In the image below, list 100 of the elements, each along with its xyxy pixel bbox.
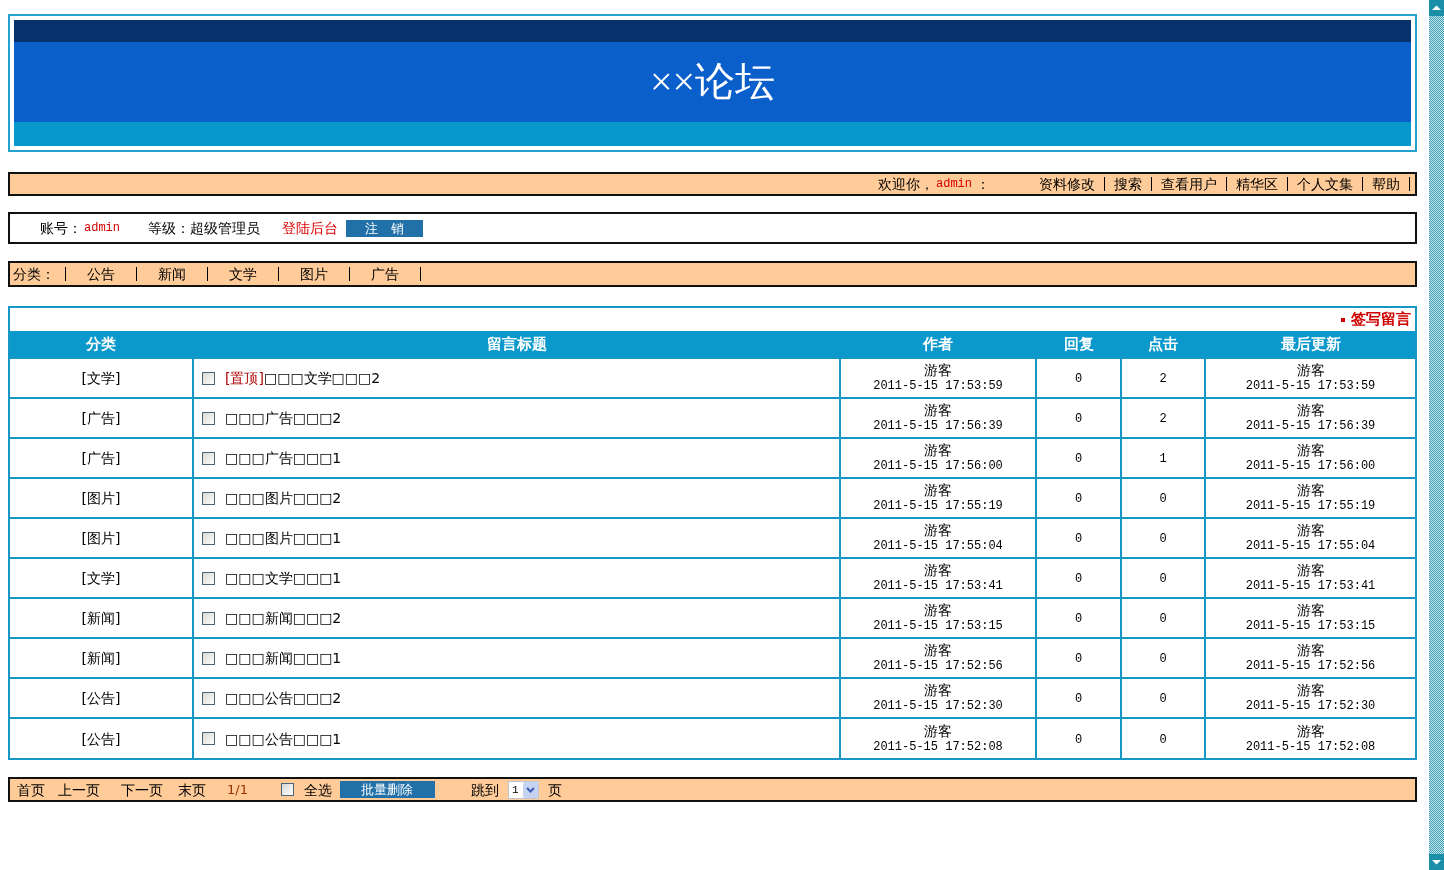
nav-link[interactable]: 资料修改 — [1039, 176, 1095, 192]
caret-icon — [522, 781, 538, 798]
table-cell: 2 — [1121, 358, 1205, 398]
post-time: 2011-5-15 17:56:00 — [873, 458, 1003, 474]
category-link[interactable]: 文学 — [229, 266, 257, 282]
last-reply-time: 2011-5-15 17:52:08 — [1245, 738, 1376, 755]
post-title-link[interactable]: □□□图片□□□1 — [225, 530, 342, 546]
table-cell: [图片] — [10, 518, 193, 558]
page-link[interactable]: 下一页 — [121, 781, 163, 798]
table-cell: 0 — [1121, 518, 1205, 558]
table-cell: [文学] — [10, 358, 193, 398]
pinned-tag: [置顶] — [225, 370, 264, 386]
level-value: 超级管理员 — [190, 220, 260, 236]
scroll-up-icon[interactable] — [1429, 0, 1444, 16]
table-cell: [新闻] — [10, 638, 193, 678]
page-link[interactable]: 末页 — [178, 781, 206, 798]
last-reply-user: 游客 — [1296, 562, 1325, 578]
post-title-link[interactable]: □□□公告□□□2 — [225, 690, 342, 706]
last-reply-time: 2011-5-15 17:56:39 — [1245, 418, 1376, 434]
author-name: 游客 — [924, 642, 952, 658]
page-link[interactable]: 首页 — [17, 781, 45, 798]
post-title-link[interactable]: □□□公告□□□1 — [225, 730, 342, 747]
site-title: ××论坛 — [649, 59, 776, 105]
post-time: 2011-5-15 17:52:30 — [873, 698, 1003, 714]
last-reply-time: 2011-5-15 17:53:15 — [1245, 618, 1376, 634]
last-reply-user: 游客 — [1296, 362, 1325, 378]
checkbox[interactable] — [202, 451, 215, 465]
column-header: 点击 — [1121, 331, 1205, 358]
bullet-icon — [1341, 317, 1345, 322]
admin-panel-link[interactable]: 登陆后台 — [282, 220, 338, 236]
post-time: 2011-5-15 17:53:59 — [873, 378, 1003, 394]
category-link[interactable]: 新闻 — [158, 266, 186, 282]
post-title-link[interactable]: □□□广告□□□1 — [225, 450, 342, 466]
post-time: 2011-5-15 17:55:04 — [873, 538, 1003, 554]
checkbox[interactable] — [202, 611, 215, 625]
author-name: 游客 — [924, 522, 952, 538]
select-all-label: 全选 — [303, 781, 332, 798]
table-cell: 0 — [1036, 678, 1121, 718]
checkbox[interactable] — [202, 531, 215, 545]
last-reply-time: 2011-5-15 17:53:59 — [1245, 378, 1376, 394]
post-title-link[interactable]: □□□广告□□□2 — [225, 410, 342, 426]
post-time: 2011-5-15 17:52:08 — [873, 738, 1003, 755]
category-link[interactable]: 公告 — [87, 266, 115, 282]
post-time: 2011-5-15 17:56:39 — [873, 418, 1003, 434]
post-title-link[interactable]: □□□文学□□□2 — [263, 370, 381, 386]
table-cell: [公告] — [10, 678, 193, 718]
table-cell: 0 — [1036, 398, 1121, 438]
checkbox[interactable] — [202, 691, 215, 705]
column-header: 分类 — [10, 331, 193, 358]
author-name: 游客 — [924, 362, 952, 378]
table-cell: 0 — [1036, 358, 1121, 398]
account-name: admin — [84, 220, 120, 236]
logout-button[interactable]: 注 销 — [346, 219, 423, 237]
checkbox[interactable] — [202, 491, 215, 505]
nav-link[interactable]: 个人文集 — [1297, 176, 1353, 192]
checkbox[interactable] — [202, 411, 215, 425]
checkbox[interactable] — [202, 571, 215, 585]
scrollbar-track[interactable] — [1428, 0, 1444, 870]
account-label: 账号： — [40, 220, 82, 236]
nav-link[interactable]: 精华区 — [1236, 176, 1278, 192]
post-title-link[interactable]: □□□新闻□□□2 — [225, 610, 342, 626]
username: admin — [936, 176, 972, 192]
last-reply-user: 游客 — [1296, 522, 1325, 538]
nav-link[interactable]: 搜索 — [1114, 176, 1142, 192]
category-link[interactable]: 广告 — [371, 266, 399, 282]
greeting-text: 欢迎你， — [878, 176, 934, 192]
checkbox[interactable] — [280, 783, 294, 796]
page-link[interactable]: 上一页 — [58, 781, 100, 798]
page-select[interactable]: 1 — [507, 780, 539, 799]
last-reply-time: 2011-5-15 17:55:19 — [1245, 498, 1376, 514]
author-name: 游客 — [924, 402, 952, 418]
author-name: 游客 — [924, 682, 952, 698]
nav-link[interactable]: 查看用户 — [1161, 176, 1217, 192]
last-reply-user: 游客 — [1296, 602, 1325, 618]
nav-link[interactable]: 帮助 — [1372, 176, 1400, 192]
author-name: 游客 — [924, 722, 952, 739]
last-reply-time: 2011-5-15 17:52:56 — [1245, 658, 1376, 674]
column-header: 最后更新 — [1205, 331, 1415, 358]
checkbox[interactable] — [202, 651, 215, 665]
post-time: 2011-5-15 17:53:15 — [873, 618, 1003, 634]
author-name: 游客 — [924, 562, 952, 578]
category-link[interactable]: 图片 — [300, 266, 328, 282]
author-name: 游客 — [924, 442, 952, 458]
table-cell: [新闻] — [10, 598, 193, 638]
post-title-link[interactable]: □□□图片□□□2 — [225, 490, 342, 506]
last-reply-time: 2011-5-15 17:52:30 — [1245, 698, 1376, 714]
checkbox[interactable] — [202, 732, 215, 745]
last-reply-time: 2011-5-15 17:56:00 — [1245, 458, 1376, 474]
last-reply-user: 游客 — [1296, 722, 1325, 739]
post-title-link[interactable]: □□□文学□□□1 — [225, 570, 342, 586]
last-reply-user: 游客 — [1296, 482, 1325, 498]
last-reply-time: 2011-5-15 17:53:41 — [1245, 578, 1376, 594]
batch-delete-button[interactable]: 批量删除 — [339, 781, 435, 798]
scroll-down-icon[interactable] — [1429, 854, 1444, 870]
table-cell: 0 — [1036, 558, 1121, 598]
table-cell: [广告] — [10, 438, 193, 478]
write-message-link[interactable]: 签写留言 — [1351, 310, 1411, 329]
post-title-link[interactable]: □□□新闻□□□1 — [225, 650, 342, 666]
column-header: 回复 — [1036, 331, 1121, 358]
checkbox[interactable] — [202, 371, 215, 385]
